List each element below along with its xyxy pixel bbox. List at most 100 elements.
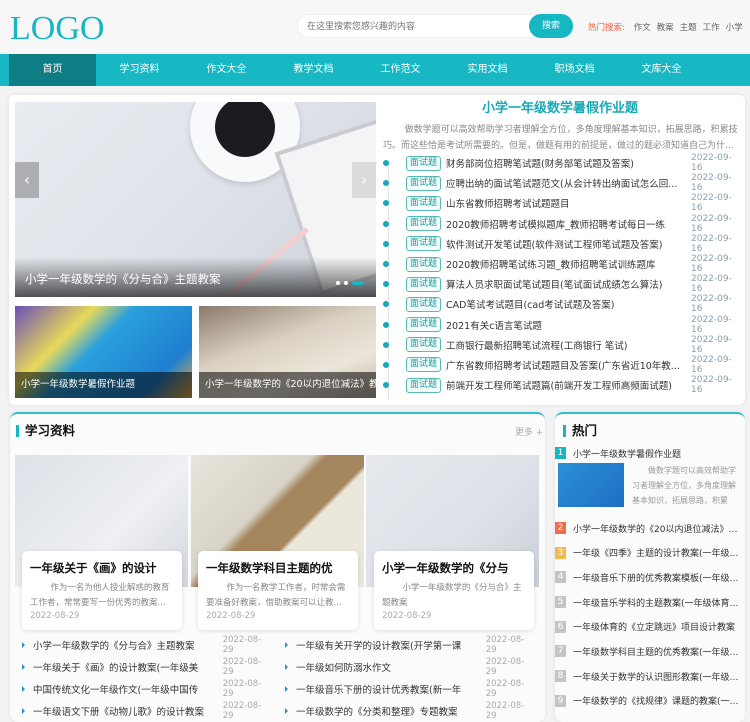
hot-item-title[interactable]: 一年级音乐学科的主题教案(一年级体育学... — [573, 596, 745, 609]
hot-item-title[interactable]: 一年级音乐下册的优秀教案模板(一年级下... — [573, 571, 745, 584]
hot-item[interactable]: 7 一年级数学科目主题的优秀教案(一年级数... — [555, 639, 745, 664]
list-item[interactable]: 面试题 2020教师招聘笔试练习题_教师招聘笔试训练题库 2022-09-16 — [383, 254, 741, 274]
list-item[interactable]: 一年级关于《画》的设计教案(一年级美 2022-08-29 — [22, 656, 272, 678]
hot-feature[interactable]: 做数学题可以高效帮助学习者理解全方位，多角度理解基本知识，拓展思路，积累技... — [558, 463, 742, 507]
item-title[interactable]: 应聘出纳的面试笔试题范文(从会计转出纳面试怎么回... — [446, 176, 683, 190]
list-item[interactable]: 面试题 2021有关c语言笔试题 2022-09-16 — [383, 315, 741, 335]
category-tag[interactable]: 面试题 — [406, 377, 442, 393]
slider-dot-active[interactable] — [352, 281, 364, 285]
category-tag[interactable]: 面试题 — [406, 236, 442, 252]
hot-term[interactable]: 工作 — [703, 23, 720, 33]
item-title[interactable]: 一年级关于《画》的设计教案(一年级美 — [33, 660, 215, 674]
article-card[interactable]: 一年级数学科目主题的优 作为一名教学工作者，时常会需要准备好教案，借助教案可以让教… — [198, 551, 358, 630]
category-tag[interactable]: 面试题 — [406, 175, 442, 191]
list-item[interactable]: 一年级音乐下册的设计优秀教案(新一年 2022-08-29 — [285, 678, 535, 700]
list-item[interactable]: 面试题 财务部岗位招聘笔试题(财务部笔试题及答案) 2022-09-16 — [383, 153, 741, 173]
list-item[interactable]: 一年级数学的《分类和整理》专题教案 2022-08-29 — [285, 700, 535, 722]
item-title[interactable]: 广东省教师招聘考试试题题目及答案(广东省近10年教... — [446, 358, 683, 372]
hot-item[interactable]: 2 小学一年级数学的《20以内退位减法》教案 — [555, 516, 745, 541]
item-title[interactable]: 算法人员求职面试笔试题目(笔试面试成绩怎么算法) — [446, 277, 683, 291]
hot-item[interactable]: 4 一年级音乐下册的优秀教案模板(一年级下... — [555, 565, 745, 590]
list-item[interactable]: 面试题 CAD笔试考试题目(cad考试试题及答案) 2022-09-16 — [383, 294, 741, 314]
category-tag[interactable]: 面试题 — [406, 195, 442, 211]
hot-item-title[interactable]: 一年级数学的《找规律》课题的教案(一年... — [573, 694, 745, 707]
slide-caption[interactable]: 小学一年级数学的《分与合》主题教案 — [15, 257, 376, 297]
nav-home[interactable]: 首页 — [9, 54, 96, 86]
hot-item-title[interactable]: 一年级数学科目主题的优秀教案(一年级数... — [573, 645, 745, 658]
item-title[interactable]: 小学一年级数学的《分与合》主题教案 — [33, 638, 215, 652]
search-button[interactable]: 搜索 — [529, 14, 573, 38]
item-title[interactable]: 中国传统文化一年级作文(一年级中国传 — [33, 682, 215, 696]
hot-item-title[interactable]: 小学一年级数学的《20以内退位减法》教案 — [573, 522, 745, 535]
hot-search-label: 热门搜索: — [588, 23, 625, 33]
nav-practical[interactable]: 实用文档 — [444, 54, 531, 86]
category-tag[interactable]: 面试题 — [406, 317, 442, 333]
item-title[interactable]: 软件测试开发笔试题(软件测试工程师笔试题及答案) — [446, 237, 683, 251]
item-title[interactable]: 2021有关c语言笔试题 — [446, 318, 683, 332]
item-title[interactable]: CAD笔试考试题目(cad考试试题及答案) — [446, 297, 683, 311]
list-item[interactable]: 面试题 软件测试开发笔试题(软件测试工程师笔试题及答案) 2022-09-16 — [383, 234, 741, 254]
next-arrow-icon[interactable]: › — [352, 162, 376, 198]
hot-item-title[interactable]: 一年级关于数学的认识图形教案(一年级数... — [573, 670, 745, 683]
item-title[interactable]: 山东省教师招聘考试试题题目 — [446, 196, 683, 210]
list-item[interactable]: 面试题 前端开发工程师笔试题篇(前端开发工程师高频面试题) 2022-09-16 — [383, 375, 741, 395]
article-card[interactable]: 小学一年级数学的《分与 小学一年级数学的《分与合》主题教案 2022-08-29 — [374, 551, 534, 630]
hot-item[interactable]: 8 一年级关于数学的认识图形教案(一年级数... — [555, 664, 745, 689]
category-tag[interactable]: 面试题 — [406, 256, 442, 272]
list-item[interactable]: 面试题 广东省教师招聘考试试题题目及答案(广东省近10年教... 2022-09-1… — [383, 355, 741, 375]
list-item[interactable]: 一年级如何防溺水作文 2022-08-29 — [285, 656, 535, 678]
logo[interactable]: LOGO — [10, 10, 104, 48]
thumb-card[interactable]: 小学一年级数学暑假作业题 — [15, 306, 192, 398]
category-tag[interactable]: 面试题 — [406, 357, 442, 373]
category-tag[interactable]: 面试题 — [406, 155, 442, 171]
list-item[interactable]: 面试题 应聘出纳的面试笔试题范文(从会计转出纳面试怎么回... 2022-09-16 — [383, 173, 741, 193]
nav-career[interactable]: 职场文档 — [531, 54, 618, 86]
prev-arrow-icon[interactable]: ‹ — [15, 162, 39, 198]
hot-item[interactable]: 1 小学一年级数学暑假作业题 — [555, 441, 745, 466]
item-title[interactable]: 一年级如何防溺水作文 — [296, 660, 478, 674]
hot-term[interactable]: 小学 — [726, 23, 743, 33]
nav-library[interactable]: 文库大全 — [618, 54, 705, 86]
item-title[interactable]: 2020教师招聘考试模拟题库_教师招聘考试每日一练 — [446, 217, 683, 231]
list-item[interactable]: 面试题 山东省教师招聘考试试题题目 2022-09-16 — [383, 193, 741, 213]
image-slider[interactable]: ‹ › 小学一年级数学的《分与合》主题教案 — [15, 102, 376, 297]
hot-item[interactable]: 6 一年级体育的《立定跳远》项目设计教案 — [555, 614, 745, 639]
hot-item-title[interactable]: 一年级《四季》主题的设计教案(一年级四... — [573, 546, 745, 559]
search-input[interactable] — [298, 15, 518, 37]
nav-essays[interactable]: 作文大全 — [183, 54, 270, 86]
nav-work[interactable]: 工作范文 — [357, 54, 444, 86]
list-item[interactable]: 一年级有关开学的设计教案(开学第一课 2022-08-29 — [285, 634, 535, 656]
slider-dot[interactable] — [344, 281, 348, 285]
category-tag[interactable]: 面试题 — [406, 216, 442, 232]
nav-teaching[interactable]: 教学文档 — [270, 54, 357, 86]
thumb-card[interactable]: 小学一年级数学的《20以内退位减法》教案 — [199, 306, 376, 398]
list-item[interactable]: 小学一年级数学的《分与合》主题教案 2022-08-29 — [22, 634, 272, 656]
item-title[interactable]: 一年级有关开学的设计教案(开学第一课 — [296, 638, 478, 652]
item-title[interactable]: 2020教师招聘笔试练习题_教师招聘笔试训练题库 — [446, 257, 683, 271]
hot-item[interactable]: 3 一年级《四季》主题的设计教案(一年级四... — [555, 540, 745, 565]
list-item[interactable]: 面试题 工商银行最新招聘笔试流程(工商银行 笔试) 2022-09-16 — [383, 335, 741, 355]
list-item[interactable]: 面试题 算法人员求职面试笔试题目(笔试面试成绩怎么算法) 2022-09-16 — [383, 274, 741, 294]
category-tag[interactable]: 面试题 — [406, 296, 442, 312]
hot-item[interactable]: 9 一年级数学的《找规律》课题的教案(一年... — [555, 689, 745, 714]
item-title[interactable]: 前端开发工程师笔试题篇(前端开发工程师高频面试题) — [446, 378, 683, 392]
hot-item-title[interactable]: 小学一年级数学暑假作业题 — [573, 447, 745, 460]
item-title[interactable]: 一年级音乐下册的设计优秀教案(新一年 — [296, 682, 478, 696]
item-title[interactable]: 财务部岗位招聘笔试题(财务部笔试题及答案) — [446, 156, 683, 170]
hot-item-title[interactable]: 一年级体育的《立定跳远》项目设计教案 — [573, 620, 745, 633]
list-item[interactable]: 中国传统文化一年级作文(一年级中国传 2022-08-29 — [22, 678, 272, 700]
slider-dot[interactable] — [336, 281, 340, 285]
hot-term[interactable]: 教案 — [657, 23, 674, 33]
featured-title[interactable]: 小学一年级数学暑假作业题 — [380, 97, 740, 116]
category-tag[interactable]: 面试题 — [406, 337, 442, 353]
nav-study[interactable]: 学习资料 — [96, 54, 183, 86]
list-item[interactable]: 面试题 2020教师招聘考试模拟题库_教师招聘考试每日一练 2022-09-16 — [383, 214, 741, 234]
more-link[interactable]: 更多 + — [515, 425, 543, 438]
hot-item[interactable]: 5 一年级音乐学科的主题教案(一年级体育学... — [555, 590, 745, 615]
item-title[interactable]: 工商银行最新招聘笔试流程(工商银行 笔试) — [446, 338, 683, 352]
hot-term[interactable]: 主题 — [680, 23, 697, 33]
category-tag[interactable]: 面试题 — [406, 276, 442, 292]
article-card[interactable]: 一年级关于《画》的设计 作为一名为他人授业解惑的教育工作者，常常要写一份优秀的教案… — [22, 551, 182, 630]
list-item[interactable]: 一年级语文下册《动物儿歌》的设计教案 2022-08-29 — [22, 700, 272, 722]
hot-term[interactable]: 作文 — [634, 23, 651, 33]
